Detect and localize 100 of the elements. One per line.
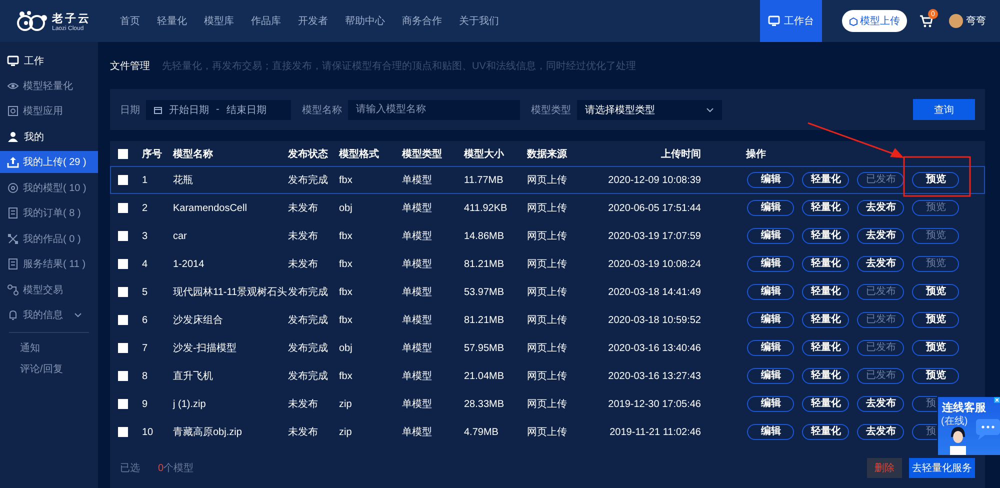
action-button[interactable]: 预览 bbox=[912, 340, 959, 356]
nav-link[interactable]: 作品库 bbox=[251, 14, 281, 28]
action-button[interactable]: 轻量化 bbox=[802, 340, 849, 356]
column-header: 模型名称 bbox=[173, 148, 214, 160]
sidebar-item[interactable]: 模型应用 bbox=[0, 98, 98, 124]
column-header: 模型类型 bbox=[402, 148, 443, 160]
sidebar-subitem[interactable]: 评论/回复 bbox=[9, 358, 89, 379]
action-button[interactable]: 编辑 bbox=[747, 200, 794, 216]
table-cell-text: 411.92KB bbox=[464, 202, 508, 214]
table-cell-text: 3 bbox=[142, 230, 149, 242]
row-checkbox[interactable] bbox=[118, 259, 128, 269]
table-cell-text: 81.21MB bbox=[464, 314, 506, 326]
select-all-checkbox[interactable] bbox=[118, 148, 128, 158]
table-cell-text: fbx bbox=[339, 314, 354, 326]
sidebar-item[interactable]: 服务结果( 11 ) bbox=[0, 252, 98, 277]
sidebar-item[interactable]: 我的订单( 8 ) bbox=[0, 200, 98, 226]
close-icon[interactable] bbox=[994, 397, 1000, 403]
column-header: 上传时间 bbox=[660, 148, 701, 160]
action-button[interactable]: 轻量化 bbox=[802, 368, 849, 384]
action-button[interactable]: 编辑 bbox=[747, 424, 794, 440]
row-checkbox[interactable] bbox=[118, 399, 128, 409]
action-button[interactable]: 去发布 bbox=[857, 256, 904, 272]
row-checkbox[interactable] bbox=[118, 175, 128, 185]
action-button[interactable]: 预览 bbox=[912, 172, 959, 188]
action-button[interactable]: 去发布 bbox=[857, 228, 904, 244]
action-button[interactable]: 去发布 bbox=[857, 200, 904, 216]
sidebar-subitem[interactable]: 通知 bbox=[9, 337, 89, 358]
table-cell-text: 1-2014 bbox=[173, 258, 206, 270]
action-button[interactable]: 预览 bbox=[912, 312, 959, 328]
action-button[interactable]: 预览 bbox=[912, 284, 959, 300]
sidebar-item[interactable]: 模型交易 bbox=[0, 277, 98, 302]
column-header: 模型格式 bbox=[339, 148, 380, 160]
frame-icon bbox=[7, 105, 19, 118]
nav-link[interactable]: 轻量化 bbox=[157, 14, 187, 28]
date-range-field[interactable]: 开始日期 - 结束日期 bbox=[146, 100, 291, 120]
action-button[interactable]: 轻量化 bbox=[802, 228, 849, 244]
sidebar-item[interactable]: 我的上传( 29 ) bbox=[0, 151, 98, 173]
row-checkbox[interactable] bbox=[118, 287, 128, 297]
row-checkbox[interactable] bbox=[118, 231, 128, 241]
table-cell-text: zip bbox=[339, 398, 353, 410]
section-title: 我的 bbox=[24, 130, 44, 144]
table-cell-text: 花瓶 bbox=[173, 174, 194, 187]
sidebar-item[interactable]: 我的作品( 0 ) bbox=[0, 226, 98, 252]
row-checkbox[interactable] bbox=[118, 315, 128, 325]
action-button[interactable]: 轻量化 bbox=[802, 312, 849, 328]
nav-link[interactable]: 首页 bbox=[120, 14, 140, 28]
table-cell-text: 单模型 bbox=[402, 202, 433, 215]
sidebar-item[interactable]: 我的模型( 10 ) bbox=[0, 175, 98, 200]
table-cell-text: 网页上传 bbox=[527, 426, 568, 439]
action-button[interactable]: 轻量化 bbox=[802, 172, 849, 188]
action-button[interactable]: 轻量化 bbox=[802, 256, 849, 272]
agent-figure-icon bbox=[948, 425, 968, 455]
upload-button[interactable]: 模型上传 bbox=[842, 10, 907, 32]
action-button[interactable]: 编辑 bbox=[747, 340, 794, 356]
action-button[interactable]: 编辑 bbox=[747, 228, 794, 244]
table-cell-text: 单模型 bbox=[402, 342, 433, 355]
table-cell-text: 2020-03-16 13:40:46 bbox=[607, 342, 701, 354]
table-cell-text: 10 bbox=[142, 426, 154, 438]
nav-link[interactable]: 开发者 bbox=[298, 14, 328, 28]
search-button[interactable]: 查询 bbox=[913, 99, 975, 120]
cube-icon bbox=[849, 16, 858, 26]
action-button[interactable]: 编辑 bbox=[747, 396, 794, 412]
sidebar-item[interactable]: 我的信息 bbox=[0, 302, 98, 328]
row-checkbox[interactable] bbox=[118, 203, 128, 213]
lightweight-service-button[interactable]: 去轻量化服务 bbox=[909, 458, 975, 478]
table-cell-text: 2020-12-09 10:08:39 bbox=[607, 174, 701, 186]
action-button[interactable]: 编辑 bbox=[747, 368, 794, 384]
action-button[interactable]: 轻量化 bbox=[802, 424, 849, 440]
action-button[interactable]: 去发布 bbox=[857, 396, 904, 412]
row-checkbox[interactable] bbox=[118, 343, 128, 353]
action-button[interactable]: 编辑 bbox=[747, 172, 794, 188]
model-type-dropdown[interactable]: 请选择模型类型 bbox=[577, 100, 722, 120]
table-cell-text: 发布完成 bbox=[288, 370, 329, 383]
action-button[interactable]: 预览 bbox=[912, 368, 959, 384]
cart-icon[interactable] bbox=[919, 14, 933, 28]
action-button[interactable]: 编辑 bbox=[747, 284, 794, 300]
row-checkbox[interactable] bbox=[118, 371, 128, 381]
table-cell-text: obj bbox=[339, 202, 354, 214]
column-header: 序号 bbox=[142, 147, 163, 160]
sidebar-item[interactable]: 模型轻量化 bbox=[0, 73, 98, 98]
table-cell-text: obj bbox=[339, 342, 354, 354]
table-cell-text: 青藏高原obj.zip bbox=[173, 426, 243, 439]
user-name[interactable]: 弯弯 bbox=[966, 14, 986, 28]
model-name-field[interactable]: 请输入模型名称 bbox=[348, 100, 520, 120]
document-icon bbox=[7, 258, 19, 270]
action-button[interactable]: 轻量化 bbox=[802, 200, 849, 216]
action-button[interactable]: 编辑 bbox=[747, 256, 794, 272]
nav-link[interactable]: 帮助中心 bbox=[345, 14, 385, 28]
user-icon bbox=[7, 130, 19, 142]
nav-link[interactable]: 商务合作 bbox=[402, 14, 442, 28]
highlight-box bbox=[903, 156, 971, 197]
avatar[interactable] bbox=[949, 14, 963, 28]
action-button[interactable]: 轻量化 bbox=[802, 396, 849, 412]
nav-link[interactable]: 关于我们 bbox=[459, 14, 499, 28]
nav-link[interactable]: 模型库 bbox=[204, 14, 234, 28]
action-button[interactable]: 轻量化 bbox=[802, 284, 849, 300]
action-button[interactable]: 编辑 bbox=[747, 312, 794, 328]
action-button[interactable]: 去发布 bbox=[857, 424, 904, 440]
row-checkbox[interactable] bbox=[118, 427, 128, 437]
workbench-button[interactable]: 工作台 bbox=[760, 0, 822, 42]
